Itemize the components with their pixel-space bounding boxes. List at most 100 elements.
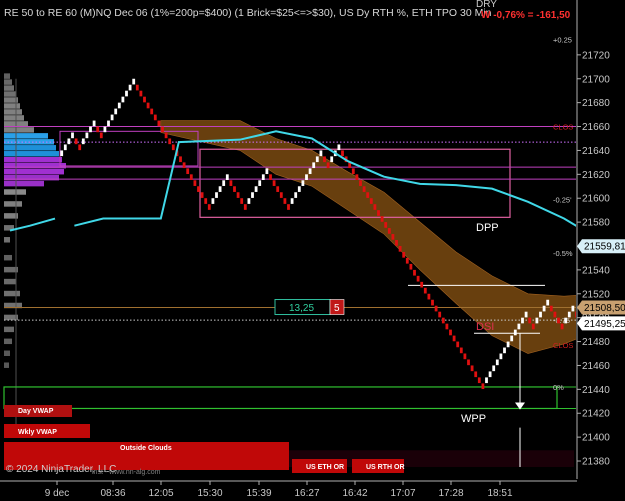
renko-brick-down[interactable]	[233, 186, 236, 192]
renko-brick-down[interactable]	[74, 138, 78, 145]
renko-brick-up[interactable]	[312, 162, 316, 169]
renko-brick-down[interactable]	[269, 174, 272, 180]
renko-brick-up[interactable]	[301, 180, 305, 186]
renko-brick-down[interactable]	[528, 317, 532, 324]
renko-brick-up[interactable]	[297, 186, 301, 192]
renko-brick-down[interactable]	[366, 192, 370, 198]
renko-brick-up[interactable]	[290, 198, 294, 204]
renko-brick-up[interactable]	[261, 174, 265, 180]
renko-brick-down[interactable]	[355, 174, 359, 180]
renko-brick-down[interactable]	[427, 293, 431, 300]
renko-brick-down[interactable]	[99, 132, 103, 139]
renko-brick-up[interactable]	[330, 156, 334, 163]
renko-brick-down[interactable]	[557, 317, 560, 324]
renko-brick-down[interactable]	[377, 210, 380, 216]
renko-brick-up[interactable]	[571, 305, 575, 312]
renko-brick-up[interactable]	[535, 317, 539, 324]
renko-brick-down[interactable]	[481, 383, 485, 390]
renko-brick-up[interactable]	[63, 144, 67, 151]
renko-brick-down[interactable]	[380, 216, 384, 222]
renko-brick-up[interactable]	[308, 168, 312, 175]
renko-brick-up[interactable]	[539, 311, 542, 318]
renko-brick-up[interactable]	[521, 317, 524, 324]
renko-brick-down[interactable]	[326, 162, 330, 169]
renko-brick-up[interactable]	[225, 174, 229, 180]
renko-brick-down[interactable]	[150, 108, 154, 115]
renko-brick-down[interactable]	[279, 192, 283, 198]
renko-brick-up[interactable]	[503, 347, 506, 354]
renko-brick-down[interactable]	[78, 144, 82, 151]
renko-brick-down[interactable]	[395, 240, 398, 246]
renko-brick-down[interactable]	[204, 198, 208, 204]
renko-brick-down[interactable]	[283, 198, 287, 204]
renko-brick-down[interactable]	[193, 180, 197, 186]
renko-brick-down[interactable]	[456, 341, 460, 348]
renko-brick-up[interactable]	[132, 78, 136, 85]
renko-brick-up[interactable]	[513, 329, 517, 336]
renko-brick-up[interactable]	[117, 102, 121, 109]
renko-brick-down[interactable]	[236, 192, 240, 198]
renko-brick-up[interactable]	[488, 371, 492, 378]
renko-brick-up[interactable]	[81, 138, 85, 145]
renko-brick-up[interactable]	[506, 341, 510, 348]
renko-brick-down[interactable]	[459, 347, 463, 354]
renko-brick-down[interactable]	[549, 305, 553, 312]
renko-brick-up[interactable]	[89, 126, 92, 133]
renko-brick-up[interactable]	[265, 168, 269, 175]
renko-brick-down[interactable]	[143, 96, 146, 103]
renko-brick-down[interactable]	[157, 120, 161, 127]
renko-brick-down[interactable]	[387, 228, 391, 234]
renko-brick-down[interactable]	[477, 377, 481, 384]
renko-brick-down[interactable]	[276, 186, 280, 192]
renko-brick-down[interactable]	[287, 204, 290, 210]
renko-brick-down[interactable]	[161, 126, 164, 133]
renko-brick-up[interactable]	[92, 120, 96, 127]
renko-brick-up[interactable]	[125, 90, 128, 97]
renko-brick-down[interactable]	[384, 222, 388, 228]
renko-brick-down[interactable]	[409, 263, 413, 270]
renko-brick-down[interactable]	[405, 257, 409, 264]
renko-brick-down[interactable]	[171, 144, 175, 151]
renko-brick-down[interactable]	[189, 174, 193, 180]
renko-brick-up[interactable]	[564, 317, 568, 324]
renko-brick-up[interactable]	[510, 335, 514, 342]
renko-brick-up[interactable]	[254, 186, 258, 192]
renko-brick-down[interactable]	[449, 329, 452, 336]
renko-brick-up[interactable]	[524, 311, 528, 318]
renko-brick-down[interactable]	[200, 192, 204, 198]
renko-brick-up[interactable]	[319, 150, 323, 157]
renko-brick-down[interactable]	[351, 168, 355, 175]
renko-brick-down[interactable]	[323, 156, 326, 163]
renko-brick-down[interactable]	[560, 323, 564, 330]
renko-brick-down[interactable]	[470, 365, 474, 372]
renko-brick-down[interactable]	[341, 150, 344, 157]
renko-brick-down[interactable]	[243, 204, 247, 210]
renko-brick-up[interactable]	[546, 299, 550, 306]
renko-brick-down[interactable]	[164, 132, 168, 139]
renko-brick-up[interactable]	[85, 132, 89, 139]
renko-brick-down[interactable]	[463, 353, 467, 360]
renko-brick-up[interactable]	[567, 311, 571, 318]
renko-brick-down[interactable]	[362, 186, 366, 192]
renko-brick-down[interactable]	[240, 198, 244, 204]
renko-brick-down[interactable]	[168, 138, 172, 145]
renko-brick-down[interactable]	[474, 371, 478, 378]
renko-brick-up[interactable]	[315, 156, 319, 163]
renko-brick-down[interactable]	[434, 305, 438, 312]
renko-brick-down[interactable]	[445, 323, 449, 330]
renko-brick-up[interactable]	[499, 353, 503, 360]
renko-brick-up[interactable]	[222, 180, 226, 186]
renko-brick-up[interactable]	[103, 126, 107, 133]
renko-brick-down[interactable]	[531, 323, 535, 330]
renko-brick-up[interactable]	[495, 359, 499, 366]
renko-brick-down[interactable]	[441, 317, 445, 324]
renko-brick-up[interactable]	[294, 192, 298, 198]
renko-brick-down[interactable]	[416, 275, 420, 282]
renko-brick-up[interactable]	[60, 150, 64, 157]
renko-brick-up[interactable]	[67, 138, 71, 145]
renko-brick-up[interactable]	[121, 96, 125, 103]
renko-brick-up[interactable]	[337, 144, 341, 151]
renko-brick-down[interactable]	[369, 198, 373, 204]
renko-brick-down[interactable]	[438, 311, 442, 318]
renko-brick-down[interactable]	[420, 281, 424, 288]
